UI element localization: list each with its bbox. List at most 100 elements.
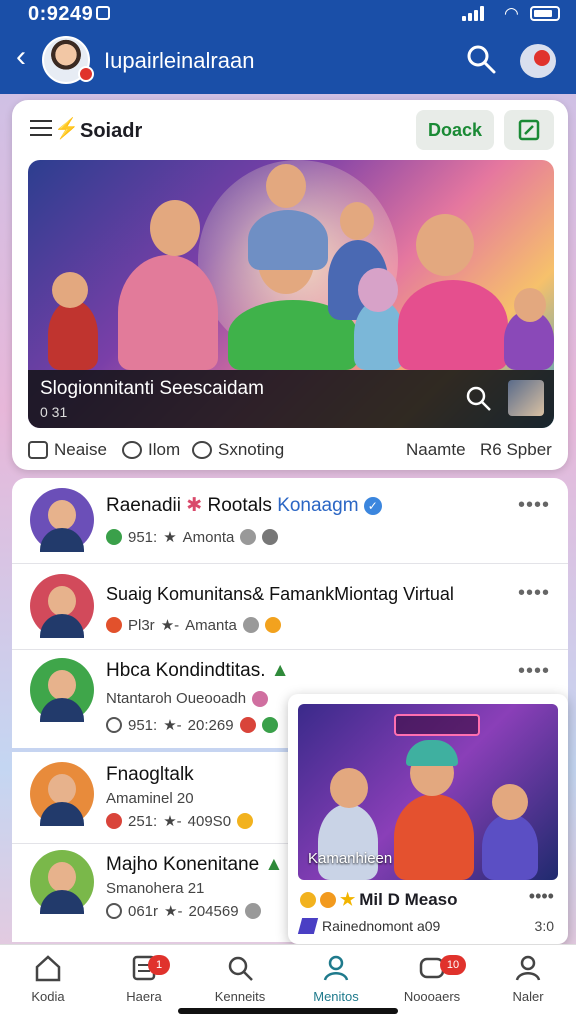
nav-menitos[interactable]: Menitos: [288, 953, 384, 1013]
title-part: Hbca Kondindtitas.: [106, 660, 266, 681]
emoji-icon: [252, 690, 269, 707]
title-accent: Konaagm: [277, 495, 359, 516]
more-icon[interactable]: ••••: [518, 660, 550, 683]
refresh-icon: [106, 717, 122, 733]
hero-person-head: [416, 214, 474, 276]
battery-icon: [530, 6, 560, 21]
edit-icon: [518, 119, 540, 141]
meta-text: Amonta: [182, 528, 235, 546]
star-icon: ★-: [163, 717, 182, 734]
nav-noooaers[interactable]: 10 Noooaers: [384, 953, 480, 1013]
list-item-meta: 251: ★- 409S0: [106, 812, 254, 830]
hero-person-head: [52, 272, 88, 308]
brand-icon: [297, 918, 319, 934]
action-naamte[interactable]: Naamte: [406, 440, 466, 460]
action-r6-spber[interactable]: R6 Spber: [480, 440, 552, 460]
list-item-meta: 951: ★ Amonta: [106, 528, 279, 546]
hero-person: [48, 300, 98, 370]
list-item-meta: Pl3r ★- Amanta: [106, 616, 281, 634]
share-bubble-icon: [192, 441, 212, 459]
notification-badge: 10: [440, 955, 466, 975]
meta-text: 409S0: [187, 812, 232, 830]
title-part: Rootals: [207, 495, 272, 516]
fire-icon: [106, 813, 122, 829]
avatar: [30, 850, 94, 914]
person-icon: [323, 955, 349, 981]
star-icon: ★: [163, 529, 177, 546]
meta-text: Ntantaroh Oueooadh: [106, 690, 247, 707]
more-icon[interactable]: ••••: [529, 886, 554, 907]
list-item-title: Fnaogltalk: [106, 764, 194, 785]
action-label: Ilom: [148, 440, 181, 459]
list-item-title: Hbca Kondindtitas. ▲: [106, 660, 290, 682]
hero-caption-meta: 0 31: [40, 404, 68, 420]
hero-image[interactable]: Slogionnitanti Seescaidam 0 31: [28, 160, 554, 428]
list-item[interactable]: Suaig Komunitans& FamankMiontag Virtual …: [12, 564, 568, 650]
emoji-icon: [240, 529, 257, 545]
card-actions: Neaise Ilom Sxnoting Naamte R6 Spber: [28, 438, 554, 464]
list-item[interactable]: Fnaogltalk Amaminel 20 251: ★- 409S0: [12, 752, 294, 844]
chat-icon[interactable]: [520, 44, 556, 78]
list-item[interactable]: Majho Konenitane ▲ Smanohera 21 061r ★- …: [12, 844, 294, 942]
action-sxnoting[interactable]: Sxnoting: [192, 440, 284, 460]
star-icon: ★: [340, 890, 356, 909]
nav-home[interactable]: Kodia: [0, 953, 96, 1013]
thumbnail-image[interactable]: [508, 380, 544, 416]
nav-kenneits[interactable]: Kenneits: [192, 953, 288, 1013]
emoji-icon: [300, 892, 316, 908]
avatar: [30, 762, 94, 826]
home-icon: [35, 955, 61, 982]
nav-naler[interactable]: Naler: [480, 953, 576, 1013]
status-badge: [78, 66, 94, 82]
app-bar: 0:9249 ◠ ‹ Iupairleinalraan: [0, 0, 576, 94]
promo-title-text: Mil D Measo: [359, 890, 458, 909]
edit-button[interactable]: [504, 110, 554, 150]
nav-label: Kodia: [31, 989, 65, 1004]
promo-card[interactable]: Kamanhieen ★ Mil D Measo •••• Rainednomo…: [288, 694, 568, 944]
tree-icon: ▲: [264, 854, 284, 875]
back-arrow-icon[interactable]: ‹: [16, 42, 26, 72]
hero-person: [118, 255, 218, 370]
star-icon: ★-: [160, 617, 180, 634]
action-neaise[interactable]: Neaise: [28, 440, 107, 460]
bolt-icon: ⚡: [54, 118, 79, 140]
emoji-icon: [239, 717, 256, 733]
list-item[interactable]: Raenadii ✱ Rootals Konaagm ✓ 951: ★ Amon…: [12, 478, 568, 564]
square-icon: [28, 441, 48, 459]
menu-icon[interactable]: [30, 120, 52, 136]
list-item-meta: 951: ★- 20:269: [106, 716, 278, 734]
list-item-meta: Ntantaroh Oueooadh: [106, 690, 269, 707]
featured-card: ⚡ Soiadr Doack Slogionnitanti Seescaidam…: [12, 100, 568, 470]
search-icon[interactable]: [466, 44, 496, 74]
meta-count: Pl3r: [128, 616, 155, 634]
star-burst-icon: ✱: [186, 495, 203, 516]
hero-person-head: [266, 164, 306, 208]
comment-icon: [122, 441, 142, 459]
hero-person-head: [150, 200, 200, 256]
verified-icon: ✓: [363, 496, 382, 515]
more-icon[interactable]: ••••: [518, 494, 550, 517]
more-icon[interactable]: ••••: [518, 582, 550, 605]
emoji-icon: [262, 529, 279, 545]
promo-subtitle: Rainednomont a09: [297, 918, 440, 934]
emoji-icon: [242, 617, 259, 633]
title-part: Raenadii: [106, 495, 181, 516]
nav-label: Noooaers: [403, 989, 461, 1004]
promo-person-head: [492, 784, 528, 820]
signal-icon: [462, 6, 484, 21]
promo-time: 3:0: [534, 918, 554, 934]
promo-person: [318, 804, 378, 880]
home-indicator[interactable]: [178, 1008, 398, 1014]
action-ilom[interactable]: Ilom: [122, 440, 180, 460]
hero-person-head: [358, 268, 398, 312]
action-label: Sxnoting: [218, 440, 285, 459]
nav-haera[interactable]: 1 Haera: [96, 953, 192, 1013]
list-item-title: Suaig Komunitans& FamankMiontag Virtual: [106, 584, 454, 604]
list-item-title: Raenadii ✱ Rootals Konaagm ✓: [106, 494, 382, 517]
doack-button[interactable]: Doack: [416, 110, 494, 150]
hero-caption: Slogionnitanti Seescaidam 0 31: [28, 370, 554, 428]
search-icon[interactable]: [464, 384, 492, 412]
avatar: [30, 658, 94, 722]
promo-caption: Kamanhieen: [308, 850, 393, 867]
emoji-icon: [264, 617, 281, 633]
